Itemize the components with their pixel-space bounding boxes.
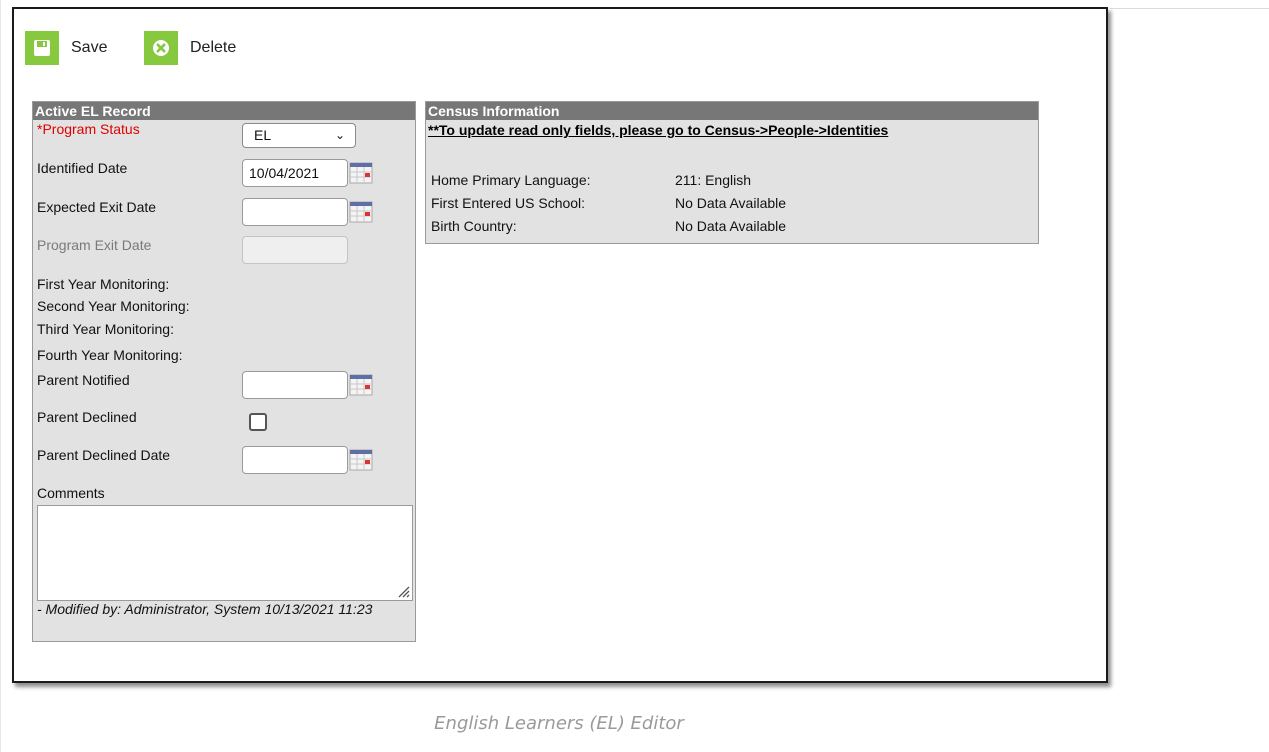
parent-declined-date-input[interactable] xyxy=(242,446,348,474)
third-year-monitoring-label: Third Year Monitoring: xyxy=(37,321,174,337)
save-label: Save xyxy=(71,39,108,56)
comments-label: Comments xyxy=(37,485,105,501)
fourth-year-monitoring-label: Fourth Year Monitoring: xyxy=(37,347,183,363)
program-status-label: *Program Status xyxy=(37,121,140,137)
parent-notified-label: Parent Notified xyxy=(37,372,130,388)
parent-declined-label: Parent Declined xyxy=(37,409,137,425)
delete-icon xyxy=(144,31,178,65)
birth-country-value: No Data Available xyxy=(675,218,787,234)
expected-exit-date-input[interactable] xyxy=(242,198,348,226)
active-el-record-header: Active EL Record xyxy=(33,102,415,120)
save-icon xyxy=(25,31,59,65)
first-entered-us-school-label: First Entered US School: xyxy=(431,195,586,211)
program-exit-date-input xyxy=(242,236,348,264)
calendar-icon[interactable] xyxy=(349,374,373,396)
calendar-icon[interactable] xyxy=(349,201,373,223)
el-editor-panel: Save Delete Active EL Record *Program St… xyxy=(12,7,1108,683)
save-button[interactable]: Save xyxy=(25,31,107,65)
modified-by-text: - Modified by: Administrator, System 10/… xyxy=(37,601,373,617)
calendar-icon[interactable] xyxy=(349,449,373,471)
delete-button[interactable]: Delete xyxy=(144,31,236,65)
delete-label: Delete xyxy=(190,39,237,56)
census-information-header: Census Information xyxy=(426,102,1038,120)
calendar-icon[interactable] xyxy=(349,162,373,184)
identified-date-input[interactable] xyxy=(242,159,348,187)
first-entered-us-school-value: No Data Available xyxy=(675,195,787,211)
second-year-monitoring-label: Second Year Monitoring: xyxy=(37,298,190,314)
program-status-select[interactable]: EL ⌄ xyxy=(242,123,356,148)
program-status-value: EL xyxy=(254,127,272,143)
program-exit-date-label: Program Exit Date xyxy=(37,237,152,253)
birth-country-label: Birth Country: xyxy=(431,218,517,234)
parent-declined-date-label: Parent Declined Date xyxy=(37,447,171,463)
expected-exit-date-label: Expected Exit Date xyxy=(37,199,157,215)
census-information-section: Census Information **To update read only… xyxy=(425,101,1039,244)
figure-caption: English Learners (EL) Editor xyxy=(434,713,684,734)
home-primary-language-label: Home Primary Language: xyxy=(431,172,591,188)
census-identities-link[interactable]: **To update read only fields, please go … xyxy=(428,122,888,138)
parent-notified-input[interactable] xyxy=(242,371,348,399)
top-divider xyxy=(1110,8,1269,9)
resize-handle-icon[interactable] xyxy=(396,584,410,598)
identified-date-label: Identified Date xyxy=(37,160,128,176)
first-year-monitoring-label: First Year Monitoring: xyxy=(37,276,170,292)
home-primary-language-value: 211: English xyxy=(675,172,752,188)
chevron-down-icon: ⌄ xyxy=(334,128,345,142)
active-el-record-section: Active EL Record *Program Status EL ⌄ Id… xyxy=(32,101,416,642)
parent-declined-checkbox[interactable] xyxy=(249,413,267,431)
comments-textarea[interactable] xyxy=(37,505,413,601)
